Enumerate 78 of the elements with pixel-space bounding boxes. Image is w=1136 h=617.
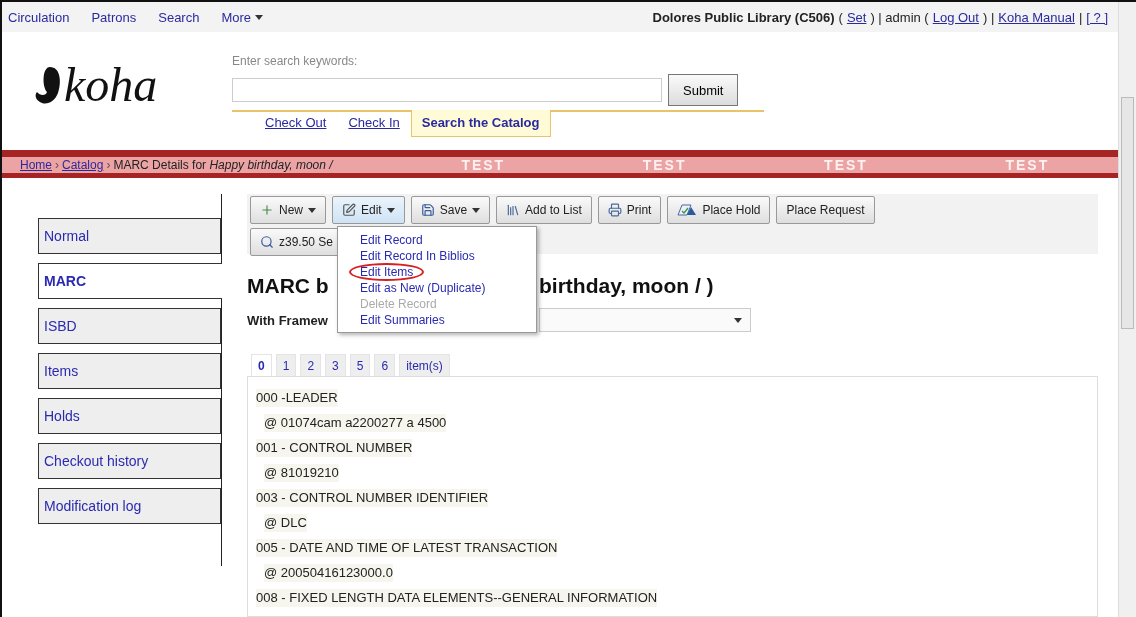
framework-label: With Framew (247, 312, 328, 328)
test-banner-label: TEST (824, 157, 868, 173)
hold-icon (677, 204, 698, 216)
separator-text: ) | (982, 9, 995, 25)
search-icon (260, 235, 274, 249)
breadcrumb-separator: › (55, 158, 59, 172)
edit-icon (342, 203, 356, 217)
marc-field-tag: 008 - FIXED LENGTH DATA ELEMENTS--GENERAL INFORMATION (256, 589, 658, 607)
marc-subfield: @ 01074cam a2200277 a 4500 (264, 414, 447, 432)
header-link[interactable]: Set (846, 9, 867, 25)
plus-icon (260, 203, 274, 217)
record-section-tab[interactable]: 5 (349, 354, 371, 377)
nav-link[interactable]: Search (158, 9, 200, 25)
page-heading: birthday, moon / ) (539, 274, 714, 297)
sidebar-tab[interactable]: MARC (38, 263, 222, 299)
sidebar-tab[interactable]: Checkout history (38, 443, 221, 479)
toolbar-button[interactable]: New (250, 196, 326, 224)
save-icon (420, 203, 435, 217)
printer-icon (607, 203, 622, 217)
logo-mark-icon (34, 65, 62, 105)
separator-text: | (1078, 9, 1083, 25)
menu-item[interactable]: Edit Summaries (360, 312, 445, 328)
header-link[interactable]: [ ? ] (1086, 9, 1108, 25)
marc-subfield: @ 81019210 (264, 464, 339, 482)
search-field[interactable] (232, 78, 662, 102)
nav-link[interactable]: Patrons (91, 9, 137, 25)
menu-item[interactable]: Edit Record In Biblios (360, 248, 475, 264)
scrollbar[interactable] (1118, 2, 1136, 617)
search-tab[interactable]: Search the Catalog (410, 110, 551, 137)
library-name: Dolores Public Library (C506) (652, 9, 835, 25)
dropdown-caret-icon (734, 317, 742, 323)
sidebar-tab[interactable]: Items (38, 353, 221, 389)
separator-text: ( (838, 9, 843, 25)
marc-field-tag: 005 - DATE AND TIME OF LATEST TRANSACTION (256, 539, 558, 557)
marc-field-tag: 003 - CONTROL NUMBER IDENTIFIER (256, 489, 489, 507)
test-banner-label: TEST (1005, 157, 1050, 173)
marc-field-tag: 000 -LEADER (256, 389, 338, 407)
menu-item[interactable]: Edit Record (360, 232, 423, 248)
sidebar-tab[interactable]: Holds (38, 398, 221, 434)
record-section-tab[interactable]: 2 (300, 354, 322, 377)
sidebar-tab[interactable]: ISBD (38, 308, 221, 344)
search-label: Enter search keywords: (232, 54, 359, 68)
marc-field-tag: 001 - CONTROL NUMBER (256, 439, 413, 457)
toolbar-button[interactable]: Place Hold (667, 196, 771, 224)
test-banner-label: TEST (642, 157, 687, 173)
menu-item[interactable]: Edit as New (Duplicate) (360, 280, 486, 296)
submit-button[interactable]: Submit (668, 74, 739, 106)
books-icon (506, 203, 521, 217)
record-section-tab[interactable]: item(s) (399, 354, 450, 377)
toolbar-button[interactable]: Save (410, 196, 491, 224)
toolbar-button[interactable]: Edit (332, 196, 405, 224)
record-section-tab[interactable]: 3 (325, 354, 346, 377)
test-banner-label: TEST (461, 157, 506, 173)
breadcrumb-link[interactable]: Catalog (62, 158, 104, 172)
header-link[interactable]: Log Out (932, 9, 979, 25)
toolbar-button[interactable]: Place Request (776, 196, 875, 224)
nav-link[interactable]: More (221, 9, 264, 25)
header-link[interactable]: Koha Manual (998, 9, 1075, 25)
breadcrumb-separator: › (106, 158, 111, 172)
menu-item[interactable]: Edit Items (350, 264, 424, 280)
nav-link[interactable]: Circulation (8, 9, 70, 25)
page-heading: MARC b (247, 274, 329, 297)
separator-text: ) | admin ( (870, 9, 929, 25)
record-section-tab[interactable]: 1 (275, 354, 297, 377)
toolbar-button[interactable]: Add to List (496, 196, 592, 224)
breadcrumb-link[interactable]: Home (20, 158, 52, 172)
breadcrumb-text: MARC Details for Happy birthday, moon / (113, 158, 333, 172)
sidebar-tab[interactable]: Modification log (38, 488, 221, 524)
record-section-tab[interactable]: 6 (374, 354, 396, 377)
search-tab[interactable]: Check In (337, 110, 411, 137)
marc-subfield: @ DLC (264, 514, 307, 532)
koha-logo: koha (34, 60, 158, 110)
marc-subfield: @ 20050416123000.0 (264, 564, 393, 582)
record-section-tab[interactable]: 0 (251, 354, 272, 377)
toolbar-button[interactable]: Print (597, 196, 662, 224)
sidebar-tab[interactable]: Normal (38, 218, 221, 254)
search-tab[interactable]: Check Out (254, 110, 338, 137)
framework-select[interactable] (539, 308, 751, 332)
